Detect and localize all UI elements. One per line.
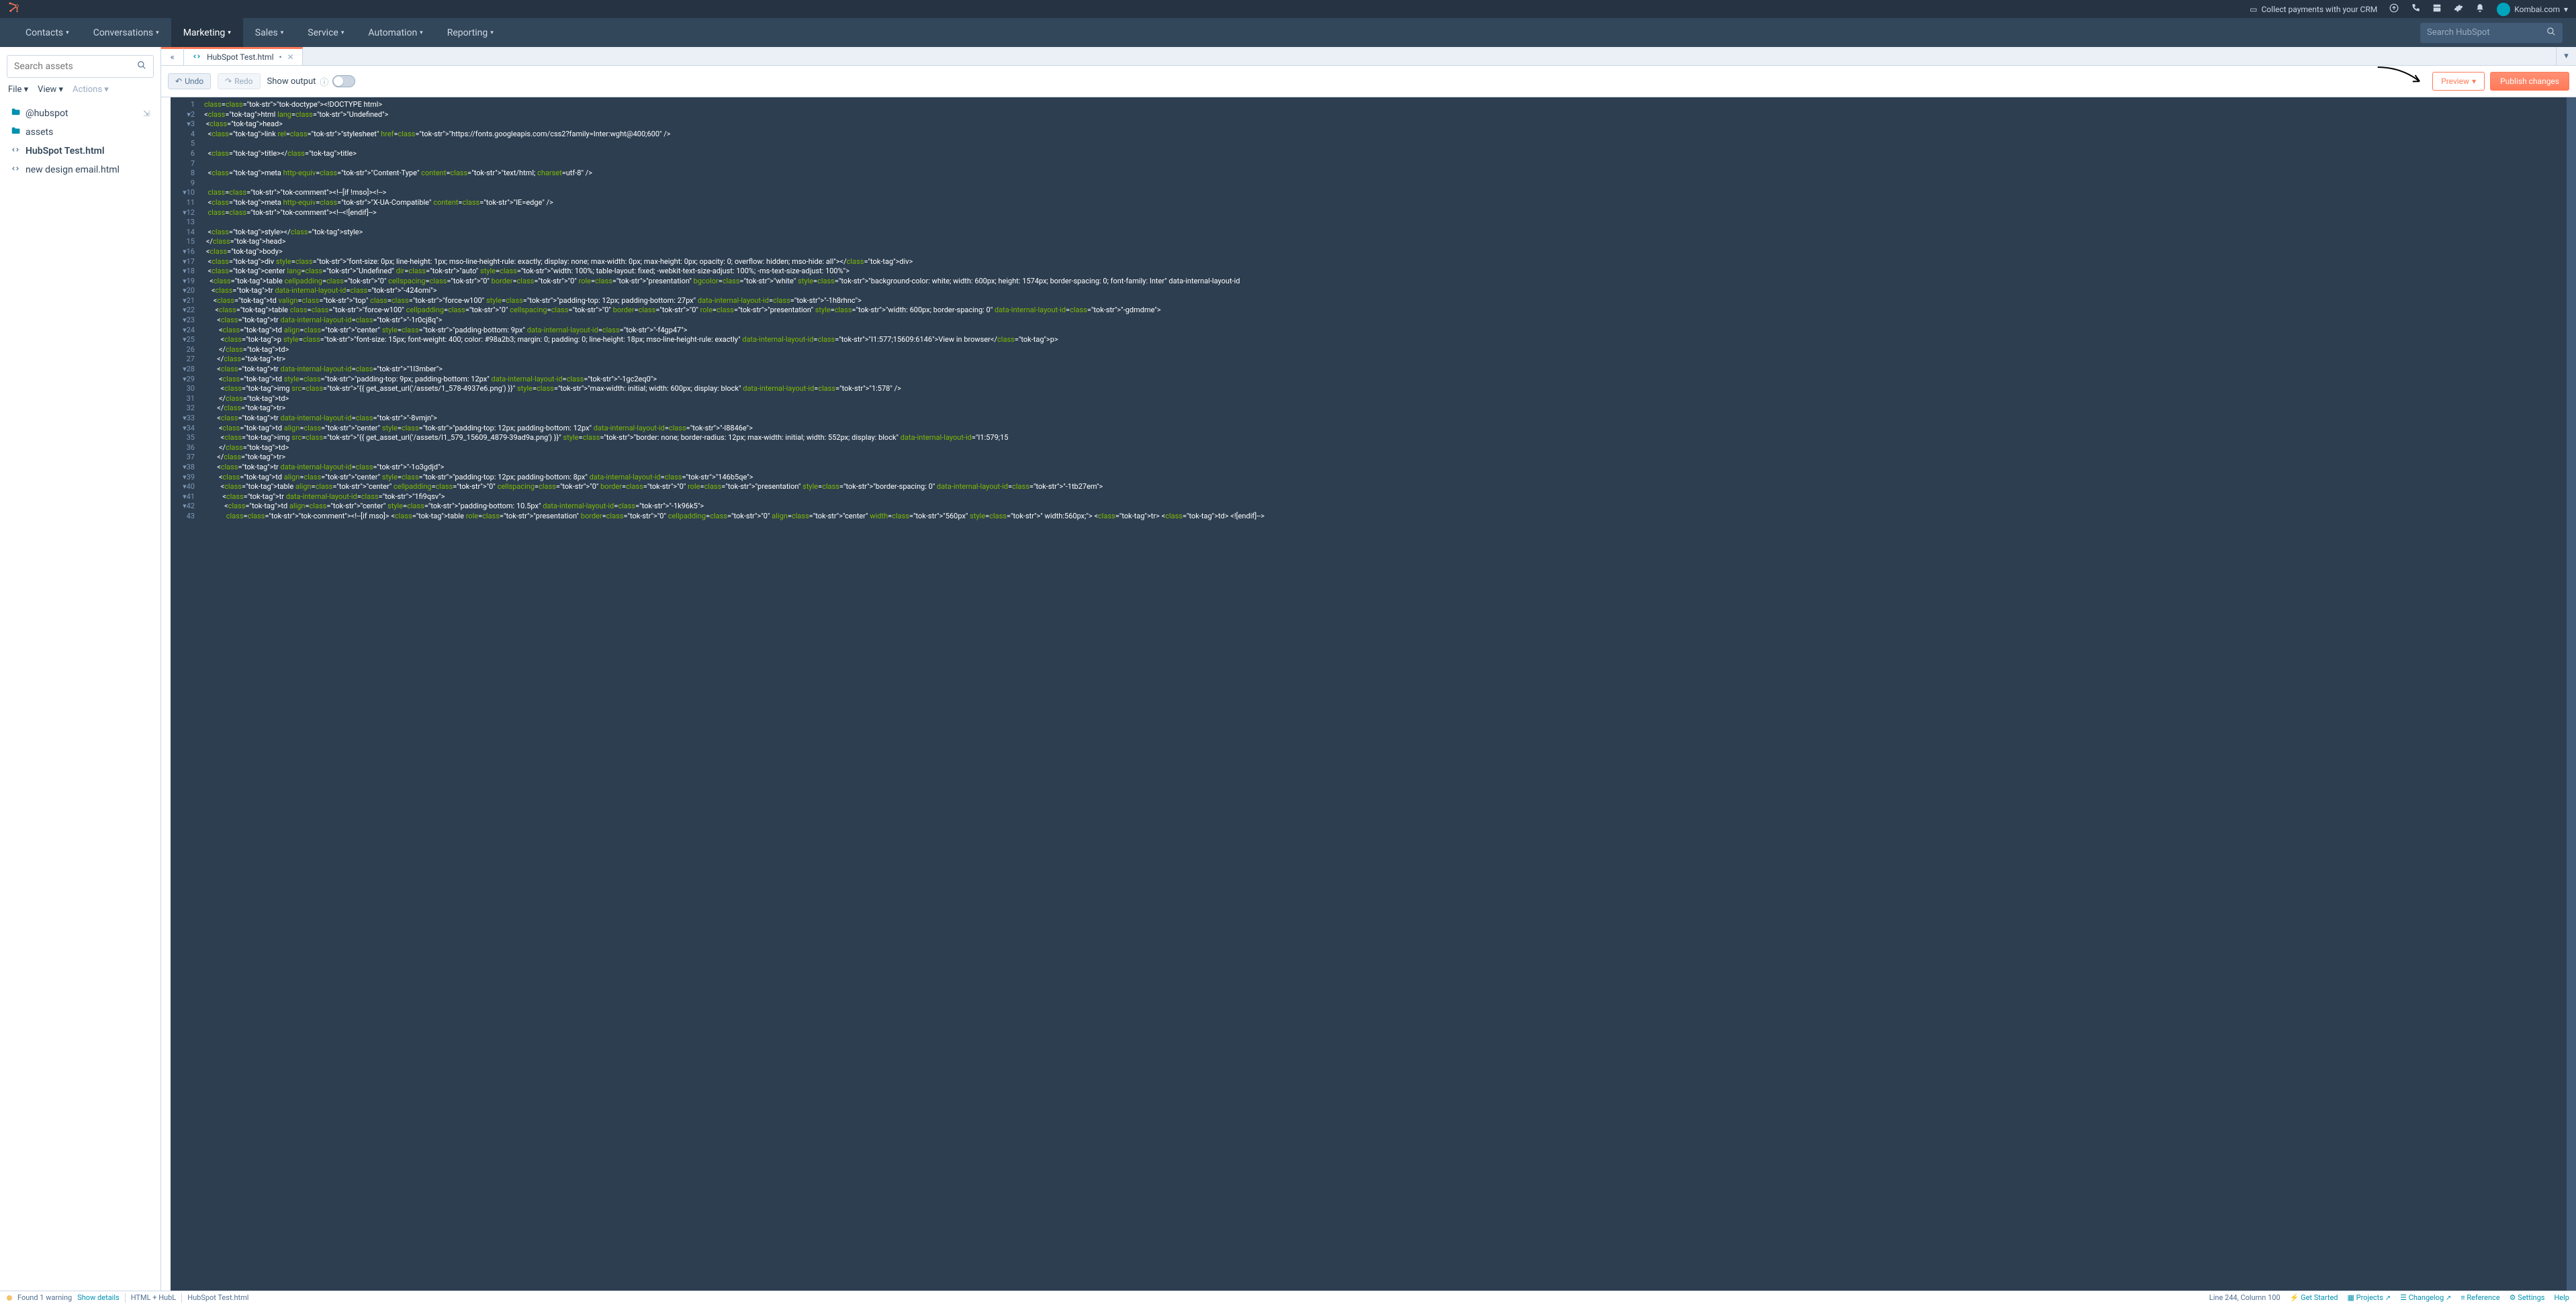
line-number-gutter[interactable]: 1▾2▾3 4 5 6 7 8 9▾10 11▾12 13 14 15▾16▾1… [171, 97, 199, 1291]
assets-search-input[interactable] [14, 61, 137, 72]
caret-down-icon: ▾ [2564, 5, 2568, 14]
nav-item-reporting[interactable]: Reporting▾ [435, 18, 506, 47]
external-link-icon: ↗ [2385, 1295, 2391, 1302]
code-file-icon [11, 145, 20, 157]
caret-down-icon: ▾ [228, 30, 231, 36]
collapse-sidebar-button[interactable]: « [161, 47, 184, 65]
caret-down-icon: ▾ [59, 85, 64, 95]
tree-collapse-icon[interactable]: ⇲ [143, 109, 150, 118]
global-search-input[interactable] [2427, 28, 2546, 38]
status-filename: HubSpot Test.html [187, 1293, 248, 1302]
preview-button[interactable]: Preview ▾ [2432, 72, 2485, 91]
main-nav: Contacts▾Conversations▾Marketing▾Sales▾S… [0, 18, 2576, 47]
nav-item-marketing[interactable]: Marketing▾ [171, 18, 243, 47]
upgrade-icon[interactable] [2389, 3, 2399, 15]
notifications-bell-icon[interactable] [2475, 3, 2485, 15]
caret-down-icon: ▾ [281, 30, 284, 36]
editor-scrollbar[interactable] [2567, 97, 2576, 1291]
caret-down-icon: ▾ [66, 30, 69, 36]
nav-item-conversations[interactable]: Conversations▾ [81, 18, 171, 47]
folder-item[interactable]: @hubspot⇲ [0, 104, 160, 123]
global-search[interactable] [2420, 23, 2563, 43]
file-item[interactable]: new design email.html [0, 160, 160, 179]
assets-tree: @hubspot⇲assetsHubSpot Test.htmlnew desi… [0, 100, 160, 183]
editor-tab[interactable]: HubSpot Test.html • ✕ [184, 47, 303, 65]
statusbar: Found 1 warning Show details HTML + HubL… [0, 1291, 2576, 1304]
topbar: ▭ Collect payments with your CRM Kombai.… [0, 0, 2576, 18]
grid-icon: ▦ [2347, 1293, 2354, 1302]
breakpoint-gutter[interactable] [161, 97, 171, 1291]
code-editor[interactable]: 1▾2▾3 4 5 6 7 8 9▾10 11▾12 13 14 15▾16▾1… [161, 97, 2576, 1291]
file-menu[interactable]: File ▾ [8, 85, 28, 95]
redo-icon: ↷ [225, 77, 232, 86]
caret-down-icon: ▾ [490, 30, 494, 36]
actions-menu[interactable]: Actions ▾ [73, 85, 109, 95]
warning-text: Found 1 warning [17, 1293, 72, 1302]
nav-item-sales[interactable]: Sales▾ [243, 18, 296, 47]
caret-down-icon: ▾ [156, 30, 159, 36]
code-content[interactable]: class=class="tok-str">"tok-doctype"><!DO… [199, 97, 2567, 1291]
cursor-position: Line 244, Column 100 [2209, 1293, 2281, 1302]
card-icon: ▭ [2250, 5, 2257, 14]
external-link-icon: ↗ [2446, 1295, 2451, 1302]
gear-icon: ⚙ [2510, 1293, 2516, 1302]
toggle-switch[interactable] [332, 75, 355, 87]
caret-down-icon: ▾ [24, 85, 29, 95]
reference-link[interactable]: ≡ Reference [2460, 1293, 2499, 1302]
settings-link[interactable]: ⚙ Settings [2510, 1293, 2545, 1302]
folder-icon [11, 126, 20, 138]
book-icon: ≡ [2460, 1293, 2465, 1302]
assets-sidebar: File ▾ View ▾ Actions ▾ @hubspot⇲assetsH… [0, 47, 161, 1291]
caret-down-icon: ▾ [2472, 77, 2476, 86]
search-icon [2546, 27, 2556, 39]
editor-tabs: « HubSpot Test.html • ✕ ▾ [161, 47, 2576, 66]
language-mode[interactable]: HTML + HubL [131, 1293, 177, 1302]
caret-down-icon: ▾ [341, 30, 344, 36]
settings-gear-icon[interactable] [2454, 3, 2463, 15]
dirty-indicator: • [279, 52, 282, 62]
annotation-arrow-icon [2372, 61, 2428, 90]
editor-area: « HubSpot Test.html • ✕ ▾ ↶Undo ↷Redo Sh… [161, 47, 2576, 1291]
nav-item-service[interactable]: Service▾ [295, 18, 356, 47]
hubspot-logo-icon[interactable] [8, 1, 20, 17]
show-output-toggle[interactable]: Show output ⓘ [267, 75, 356, 88]
folder-icon [11, 107, 20, 120]
caret-down-icon: ▾ [104, 85, 109, 95]
nav-item-contacts[interactable]: Contacts▾ [13, 18, 81, 47]
close-tab-icon[interactable]: ✕ [287, 52, 294, 62]
get-started-link[interactable]: ⚡ Get Started [2290, 1293, 2338, 1302]
list-icon: ☰ [2400, 1293, 2407, 1302]
account-menu[interactable]: Kombai.com ▾ [2497, 3, 2568, 16]
info-icon[interactable]: ⓘ [320, 75, 328, 88]
collect-payments-link[interactable]: ▭ Collect payments with your CRM [2250, 5, 2377, 14]
nav-item-automation[interactable]: Automation▾ [356, 18, 434, 47]
folder-item[interactable]: assets [0, 123, 160, 142]
tab-label: HubSpot Test.html [207, 52, 274, 62]
tabs-dropdown[interactable]: ▾ [2556, 47, 2576, 65]
lightning-icon: ⚡ [2290, 1293, 2299, 1302]
assets-search[interactable] [7, 55, 154, 78]
help-link[interactable]: Help [2554, 1293, 2569, 1302]
search-icon [137, 60, 146, 73]
changelog-link[interactable]: ☰ Changelog ↗ [2400, 1293, 2451, 1302]
redo-button[interactable]: ↷Redo [218, 73, 260, 89]
view-menu[interactable]: View ▾ [38, 85, 63, 95]
caret-down-icon: ▾ [420, 30, 423, 36]
show-details-link[interactable]: Show details [77, 1293, 120, 1302]
code-file-icon [11, 164, 20, 176]
marketplace-icon[interactable] [2432, 3, 2442, 15]
projects-link[interactable]: ▦ Projects ↗ [2347, 1293, 2391, 1302]
file-item[interactable]: HubSpot Test.html [0, 142, 160, 160]
publish-changes-button[interactable]: Publish changes [2490, 72, 2569, 91]
avatar-icon [2497, 3, 2510, 16]
file-type-icon [192, 52, 201, 63]
undo-icon: ↶ [175, 77, 182, 86]
undo-button[interactable]: ↶Undo [168, 73, 211, 89]
calling-icon[interactable] [2411, 3, 2420, 15]
editor-toolbar: ↶Undo ↷Redo Show output ⓘ Preview ▾ Publ… [161, 66, 2576, 97]
warning-dot-icon [7, 1295, 12, 1301]
